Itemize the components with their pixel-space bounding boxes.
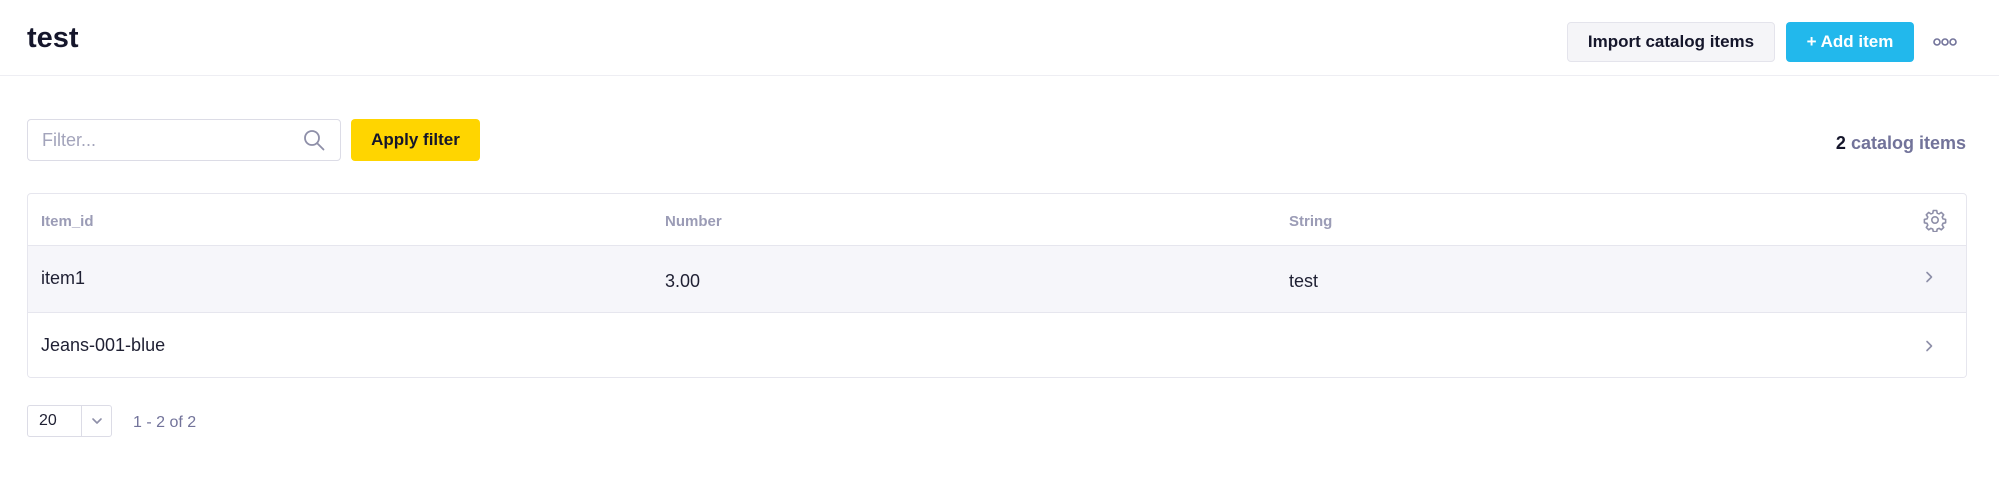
search-icon[interactable] — [302, 128, 326, 152]
count-label: catalog items — [1850, 133, 1966, 153]
cell-number: 3.00 — [665, 271, 701, 291]
import-catalog-items-button[interactable]: Import catalog items — [1567, 22, 1775, 62]
gear-icon[interactable] — [1923, 208, 1947, 232]
column-header-string[interactable]: String — [1289, 213, 1332, 230]
table-header: Item_id Number String — [28, 194, 1966, 246]
cell-string: test — [1289, 271, 1319, 291]
chevron-down-icon[interactable] — [90, 414, 104, 428]
page-size-value: 20 — [39, 412, 57, 429]
column-header-item-id[interactable]: Item_id — [41, 213, 94, 230]
count-value: 2 — [1835, 133, 1846, 153]
table-row[interactable]: item1 3.00 test — [28, 246, 1966, 313]
apply-filter-button[interactable]: Apply filter — [351, 119, 480, 161]
table-row[interactable]: Jeans-001-blue — [28, 313, 1966, 377]
add-item-button[interactable]: + Add item — [1786, 22, 1914, 62]
column-header-number[interactable]: Number — [665, 213, 722, 230]
catalog-table: Item_id Number String item1 3.00 test Je… — [27, 193, 1967, 378]
more-horizontal-icon — [1933, 38, 1957, 46]
filter-field — [27, 119, 341, 161]
page-title: test — [27, 22, 79, 54]
cell-item-id: item1 — [41, 268, 86, 288]
page-size-select[interactable]: 20 — [27, 405, 112, 437]
cell-item-id: Jeans-001-blue — [41, 335, 166, 355]
page-header: test Import catalog items + Add item — [0, 0, 1999, 76]
chevron-right-icon[interactable] — [1923, 270, 1935, 284]
catalog-items-count: 2 catalog items — [1836, 133, 1966, 154]
select-divider — [81, 406, 82, 436]
pagination-range: 1 - 2 of 2 — [133, 414, 197, 431]
chevron-right-icon[interactable] — [1923, 339, 1935, 353]
more-options-button[interactable] — [1932, 32, 1958, 52]
filter-input[interactable] — [42, 120, 292, 160]
